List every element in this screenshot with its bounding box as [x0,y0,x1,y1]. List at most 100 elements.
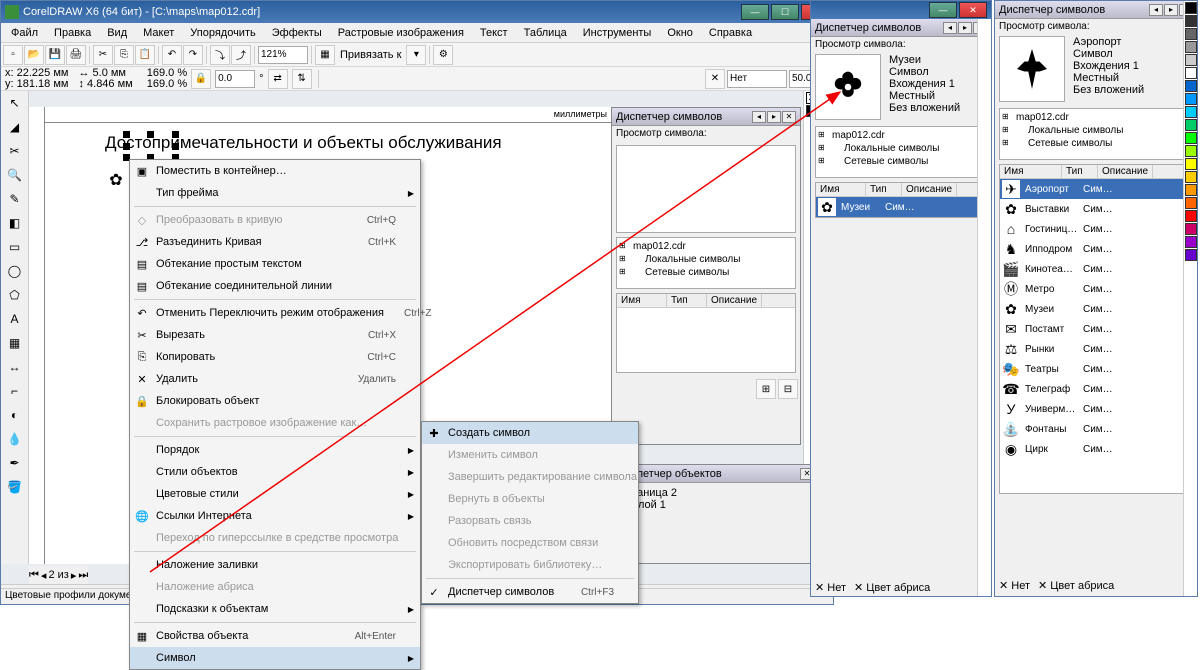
print-button[interactable]: 🖨 [66,45,86,65]
shape-tool-icon[interactable]: ◢ [3,116,27,138]
menu-item[interactable]: 🔒Блокировать объект [130,390,420,412]
symbol-submenu[interactable]: ✚Создать символИзменить символЗавершить … [421,421,639,604]
menu-help[interactable]: Справка [701,25,760,41]
symbol-list[interactable]: Имя Тип Описание [616,293,796,373]
menu-file[interactable]: Файл [3,25,46,41]
docker-btn-icon[interactable]: ⊞ [756,379,776,399]
menu-effects[interactable]: Эффекты [264,25,330,41]
snap-dropdown-icon[interactable]: ▾ [406,45,426,65]
save-button[interactable]: 💾 [45,45,65,65]
pick-tool-icon[interactable]: ↖ [3,92,27,114]
menu-item[interactable]: ▦Свойства объектаAlt+Enter [130,625,420,647]
symbol-tree[interactable]: map012.cdr Локальные символы Сетевые сим… [616,237,796,289]
symbol-tree[interactable]: map012.cdr Локальные символы Сетевые сим… [815,126,987,178]
minimize-button[interactable]: — [929,2,957,18]
list-item[interactable]: ♞ИпподромСим… [1000,239,1192,259]
menu-item[interactable]: 🌐Ссылки Интернета▶ [130,505,420,527]
menu-bitmaps[interactable]: Растровые изображения [330,25,472,41]
docker-next-icon[interactable]: ▸ [767,111,781,123]
menu-item[interactable]: ↶Отменить Переключить режим отображенияC… [130,302,420,324]
zoom-tool-icon[interactable]: 🔍 [3,164,27,186]
symbol-list[interactable]: ИмяТипОписание ✿ Музеи Сим… [815,182,987,218]
menu-item[interactable]: ✓Диспетчер символовCtrl+F3 [422,581,638,603]
menu-item[interactable]: ▤Обтекание простым текстом [130,253,420,275]
text-tool-icon[interactable]: A [3,308,27,330]
page-navigator[interactable]: ⏮◂2 из▸⏭ [29,566,88,584]
lock-ratio-icon[interactable]: 🔒 [191,69,211,89]
close-button[interactable]: ✕ [959,2,987,18]
menu-window[interactable]: Окно [659,25,701,41]
tree-item[interactable]: Сетевые символы [619,266,793,279]
menu-view[interactable]: Вид [99,25,135,41]
smart-tool-icon[interactable]: ◧ [3,212,27,234]
list-item[interactable]: ✿ВыставкиСим… [1000,199,1192,219]
menu-layout[interactable]: Макет [135,25,182,41]
tree-item[interactable]: Локальные символы [619,253,793,266]
menu-item[interactable]: Подсказки к объектам▶ [130,598,420,620]
menubar[interactable]: Файл Правка Вид Макет Упорядочить Эффект… [1,23,833,43]
open-button[interactable]: 📂 [24,45,44,65]
zoom-input[interactable] [258,46,308,64]
undo-button[interactable]: ↶ [162,45,182,65]
copy-button[interactable]: ⎘ [114,45,134,65]
fill-icon[interactable]: ✕ [705,69,725,89]
menu-tools[interactable]: Инструменты [575,25,660,41]
minimize-button[interactable]: — [741,4,769,20]
outline-tool-icon[interactable]: ✒ [3,452,27,474]
mirror-v-icon[interactable]: ⇅ [292,69,312,89]
menu-item[interactable]: Наложение заливки [130,554,420,576]
export-button[interactable]: ⤴ [231,45,251,65]
menu-item[interactable]: ✕УдалитьУдалить [130,368,420,390]
menu-edit[interactable]: Правка [46,25,99,41]
menu-item[interactable]: ✂ВырезатьCtrl+X [130,324,420,346]
menu-item[interactable]: Порядок▶ [130,439,420,461]
table-tool-icon[interactable]: ▦ [3,332,27,354]
list-item[interactable]: 🎬Кинотеа…Сим… [1000,259,1192,279]
menu-item[interactable]: ⎘КопироватьCtrl+C [130,346,420,368]
dimension-tool-icon[interactable]: ↔ [3,356,27,378]
maximize-button[interactable]: ☐ [771,4,799,20]
crop-tool-icon[interactable]: ✂ [3,140,27,162]
list-item[interactable]: ✉ПостамтСим… [1000,319,1192,339]
list-item[interactable]: ◉ЦиркСим… [1000,439,1192,459]
list-item[interactable]: УУниверм…Сим… [1000,399,1192,419]
effects-tool-icon[interactable]: ◐ [3,404,27,426]
list-item[interactable]: ✈АэропортСим… [1000,179,1192,199]
new-button[interactable]: ▫ [3,45,23,65]
layer-item[interactable]: Слой 1 [618,499,814,511]
layer-item[interactable]: Страница 2 [618,487,814,499]
list-item[interactable]: ☎ТелеграфСим… [1000,379,1192,399]
menu-item[interactable]: Тип фрейма▶ [130,182,420,204]
redo-button[interactable]: ↷ [183,45,203,65]
symbol-tree[interactable]: map012.cdr Локальные символы Сетевые сим… [999,108,1193,160]
menu-item[interactable]: Символ▶ [130,647,420,669]
rectangle-tool-icon[interactable]: ▭ [3,236,27,258]
menu-table[interactable]: Таблица [516,25,575,41]
fill-tool-icon[interactable]: 🪣 [3,476,27,498]
rotation-input[interactable] [215,70,255,88]
menu-item[interactable]: ▤Обтекание соединительной линии [130,275,420,297]
ellipse-tool-icon[interactable]: ◯ [3,260,27,282]
docker-prev-icon[interactable]: ◂ [752,111,766,123]
menu-item[interactable]: ⎇Разъединить КриваяCtrl+K [130,231,420,253]
menu-item[interactable]: Стили объектов▶ [130,461,420,483]
fill-combo[interactable] [727,70,787,88]
selection-handles[interactable] [123,131,179,161]
menu-item[interactable]: Цветовые стили▶ [130,483,420,505]
symbol-list[interactable]: ИмяТипОписание ✈АэропортСим…✿ВыставкиСим… [999,164,1193,494]
snap-button[interactable]: ▦ [315,45,335,65]
mirror-h-icon[interactable]: ⇄ [268,69,288,89]
list-item[interactable]: 🎭ТеатрыСим… [1000,359,1192,379]
tree-item[interactable]: map012.cdr [619,240,793,253]
menu-text[interactable]: Текст [472,25,516,41]
menu-item[interactable]: ✚Создать символ [422,422,638,444]
cut-button[interactable]: ✂ [93,45,113,65]
list-item[interactable]: ✿МузеиСим… [1000,299,1192,319]
list-item[interactable]: ⚖РынкиСим… [1000,339,1192,359]
menu-arrange[interactable]: Упорядочить [182,25,263,41]
list-item[interactable]: ⌂Гостиниц…Сим… [1000,219,1192,239]
menu-item[interactable]: ▣Поместить в контейнер… [130,160,420,182]
context-menu[interactable]: ▣Поместить в контейнер…Тип фрейма▶◇Преоб… [129,159,421,670]
docker-close-icon[interactable]: ✕ [782,111,796,123]
polygon-tool-icon[interactable]: ⬠ [3,284,27,306]
